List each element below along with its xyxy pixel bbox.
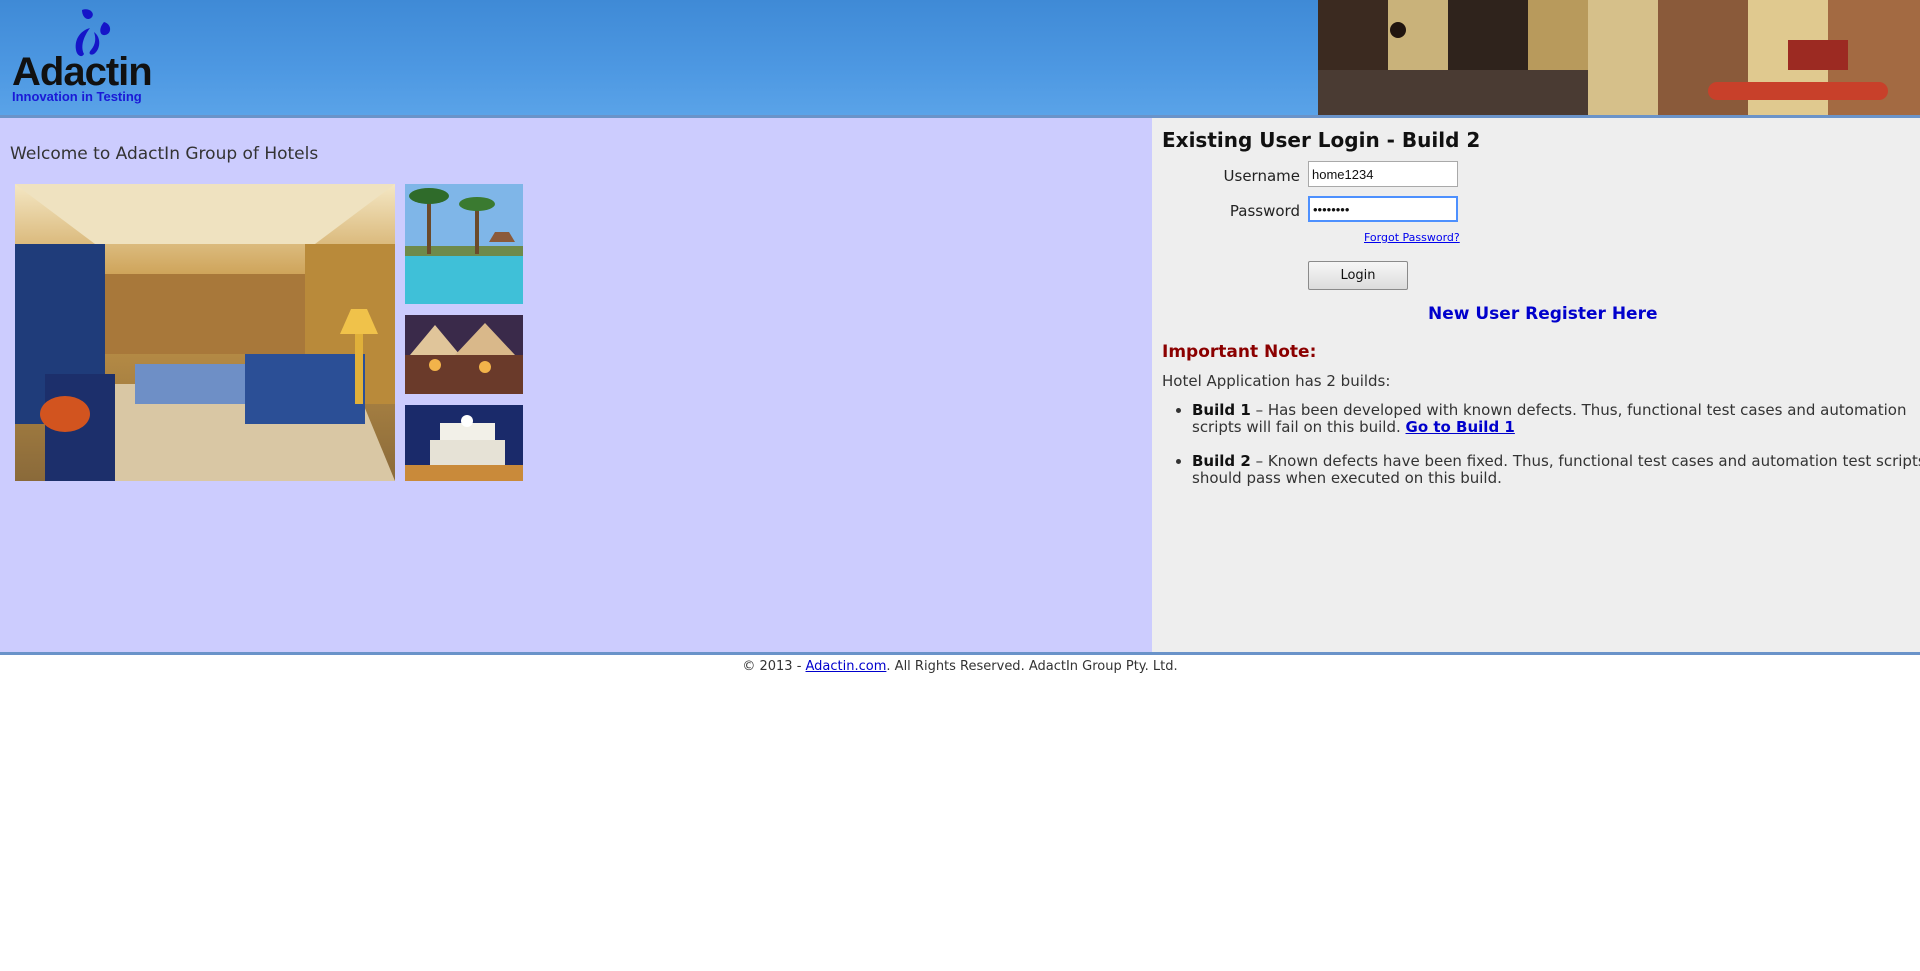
builds-intro-text: Hotel Application has 2 builds:: [1162, 372, 1391, 390]
adactin-site-link[interactable]: Adactin.com: [806, 659, 887, 674]
password-label: Password: [1229, 202, 1300, 220]
login-title: Existing User Login - Build 2: [1162, 128, 1481, 152]
forgot-password-link[interactable]: Forgot Password?: [1364, 231, 1460, 244]
welcome-text: Welcome to AdactIn Group of Hotels: [10, 144, 319, 164]
logo-tagline: Innovation in Testing: [12, 89, 142, 104]
login-button[interactable]: Login: [1308, 261, 1408, 290]
page-header: Adactin Innovation in Testing: [0, 0, 1920, 118]
new-user-register-link[interactable]: New User Register Here: [1428, 304, 1658, 324]
build-1-name: Build 1: [1192, 401, 1251, 419]
page-footer: © 2013 - Adactin.com. All Rights Reserve…: [0, 659, 1920, 674]
go-to-build-1-link[interactable]: Go to Build 1: [1406, 418, 1515, 436]
pool-palm-image: [405, 184, 523, 304]
username-label: Username: [1223, 167, 1300, 185]
builds-list: Build 1 – Has been developed with known …: [1162, 402, 1920, 504]
hotel-building-night-image: [405, 405, 523, 481]
login-panel: Existing User Login - Build 2 Username P…: [1152, 118, 1920, 652]
build-1-text: – Has been developed with known defects.…: [1192, 401, 1907, 436]
build-2-text: – Known defects have been fixed. Thus, f…: [1192, 452, 1920, 487]
footer-copyright-prefix: © 2013 -: [742, 659, 806, 674]
footer-divider: [0, 652, 1920, 655]
hotel-suite-image: [15, 184, 395, 481]
list-item-build-2: Build 2 – Known defects have been fixed.…: [1192, 453, 1920, 487]
username-input[interactable]: [1308, 161, 1458, 187]
adactin-logo: Adactin Innovation in Testing: [10, 8, 160, 108]
footer-copyright-suffix: . All Rights Reserved. AdactIn Group Pty…: [886, 659, 1178, 674]
list-item-build-1: Build 1 – Has been developed with known …: [1192, 402, 1920, 436]
important-note-heading: Important Note:: [1162, 342, 1317, 362]
tent-lounge-image: [405, 315, 523, 394]
logo-wordmark: Adactin: [12, 50, 153, 94]
hotel-lobby-banner-image: [1318, 0, 1920, 115]
password-input[interactable]: [1308, 196, 1458, 222]
build-2-name: Build 2: [1192, 452, 1251, 470]
welcome-panel: Welcome to AdactIn Group of Hotels: [0, 118, 1152, 652]
